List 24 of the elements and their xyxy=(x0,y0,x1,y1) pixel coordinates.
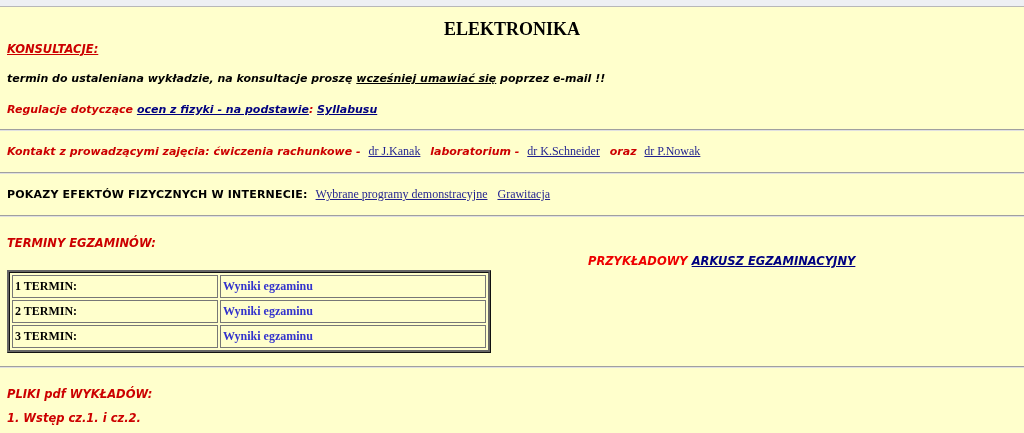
paragraph: Regulacje dotyczące ocen z fizyki - na podstawie: Syllabusu xyxy=(7,103,378,116)
section-heading: PLIKI pdf WYKŁADÓW: xyxy=(7,387,153,401)
link[interactable]: ocen z fizyki - na podstawie xyxy=(136,103,309,116)
section-heading: KONSULTACJE: xyxy=(7,42,99,56)
table-cell: 1 TERMIN: xyxy=(12,275,218,298)
table-cell: 2 TERMIN: xyxy=(12,300,218,323)
section-heading: 1. Wstęp cz.1. i cz.2. xyxy=(7,411,141,425)
page-title: ELEKTRONIKA xyxy=(443,19,581,40)
link[interactable]: Wybrane programy demonstracyjne xyxy=(315,187,488,201)
link[interactable]: Syllabusu xyxy=(317,103,378,116)
link[interactable]: dr K.Schneider xyxy=(527,144,600,158)
link[interactable]: dr P.Nowak xyxy=(644,144,701,158)
paragraph: POKAZY EFEKTÓW FIZYCZNYCH W INTERNECIE: Wybrane programy demonstracyjne Grawitacja xyxy=(7,187,552,202)
link[interactable]: Grawitacja xyxy=(497,187,551,201)
link[interactable]: dr J.Kanak xyxy=(368,144,421,158)
table-cell[interactable]: Wyniki egzaminu xyxy=(220,275,486,298)
paragraph: Kontakt z prowadzącymi zajęcia: ćwiczenia rachunkowe - dr J.Kanak laboratorium - dr K.Schneider oraz dr P.Nowak xyxy=(7,144,702,159)
table-cell[interactable]: Wyniki egzaminu xyxy=(220,300,486,323)
table-cell[interactable]: Wyniki egzaminu xyxy=(220,325,486,348)
paragraph: termin do ustaleniana wykładzie, na konsultacje proszę wcześniej umawiać się poprzez e-mail !! xyxy=(7,72,606,85)
sample-exam-text: PRZYKŁADOWY ARKUSZ EGZAMINACYJNY xyxy=(588,254,856,268)
section-heading: TERMINY EGZAMINÓW: xyxy=(7,236,156,250)
table-cell: 3 TERMIN: xyxy=(12,325,218,348)
link[interactable]: ARKUSZ EGZAMINACYJNY xyxy=(691,254,856,268)
